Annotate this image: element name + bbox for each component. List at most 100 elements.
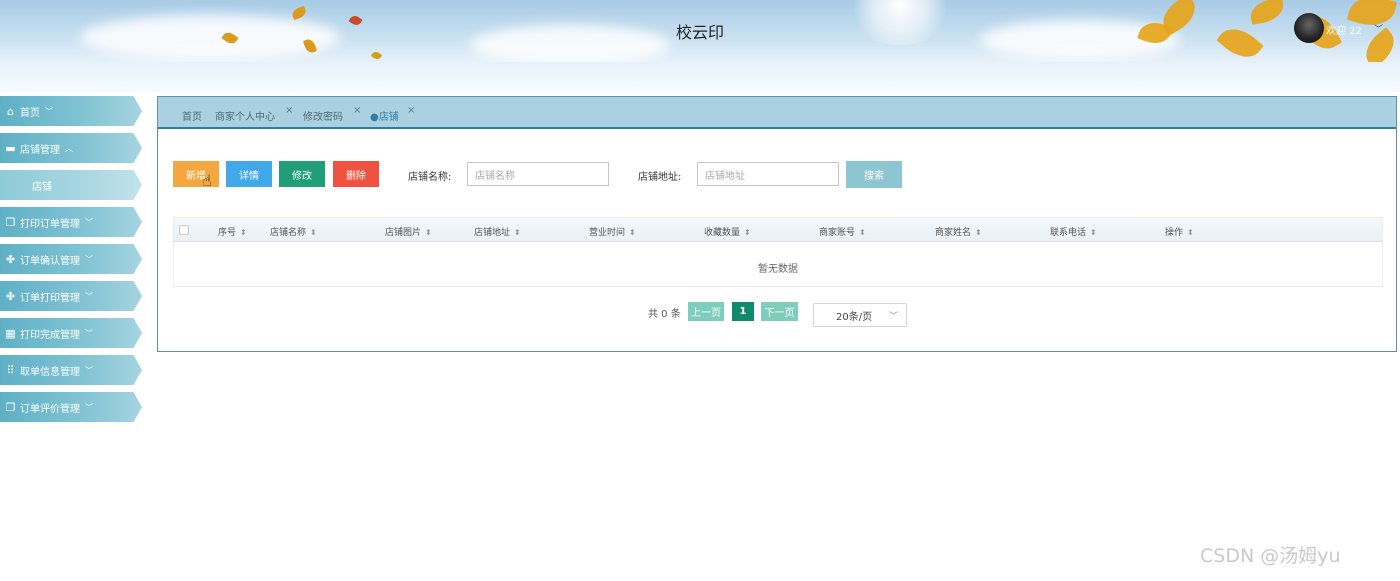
page-number-button[interactable]: 1 bbox=[732, 302, 754, 321]
column-header[interactable]: 联系电话 ⬍ bbox=[1050, 225, 1097, 238]
page-size-select[interactable]: 20条/页 ﹀ bbox=[813, 303, 907, 327]
sidebar-item-label: 店铺管理 bbox=[20, 144, 60, 156]
sidebar-item-4[interactable]: ✤ 订单确认管理 ﹀ bbox=[0, 244, 142, 274]
column-header[interactable]: 店铺名称 ⬍ bbox=[270, 225, 317, 238]
shop-name-input[interactable]: 店铺名称 bbox=[467, 162, 609, 186]
sidebar-item-2[interactable]: 店铺 bbox=[0, 170, 142, 200]
sidebar-item-6[interactable]: ▦ 打印完成管理 ﹀ bbox=[0, 318, 142, 348]
sidebar-item-label: 订单打印管理 bbox=[20, 292, 80, 304]
column-header-label: 操作 bbox=[1165, 228, 1184, 238]
select-all-checkbox[interactable] bbox=[179, 225, 189, 235]
column-header-label: 商家账号 bbox=[819, 228, 856, 238]
welcome-text[interactable]: 欢迎 22 bbox=[1326, 22, 1362, 37]
user-avatar[interactable] bbox=[1294, 13, 1324, 43]
sort-icon[interactable]: ⬍ bbox=[240, 228, 247, 237]
sort-icon[interactable]: ⬍ bbox=[859, 228, 866, 237]
empty-message: 暂无数据 bbox=[758, 264, 798, 275]
column-header[interactable]: 店铺图片 ⬍ bbox=[385, 225, 432, 238]
tab-bar: 首页 商家个人中心 × 修改密码 × ●店铺 × bbox=[158, 97, 1396, 129]
sidebar-item-7[interactable]: ⠿ 取单信息管理 ﹀ bbox=[0, 355, 142, 385]
tab-change-password[interactable]: 修改密码 bbox=[303, 108, 343, 123]
column-header[interactable]: 商家账号 ⬍ bbox=[819, 225, 866, 238]
detail-button[interactable]: 详情 bbox=[226, 161, 272, 187]
layout-icon: ▦ bbox=[5, 326, 16, 340]
chevron-down-icon: ﹀ bbox=[888, 312, 898, 322]
column-header-label: 收藏数量 bbox=[704, 228, 741, 238]
leaf-decoration bbox=[290, 5, 308, 21]
grid-icon: ✤ bbox=[5, 252, 16, 266]
shop-name-label: 店铺名称: bbox=[408, 172, 452, 183]
sort-icon[interactable]: ⬍ bbox=[425, 228, 432, 237]
chevron-down-icon: ﹀ bbox=[45, 106, 53, 116]
sidebar-item-5[interactable]: ✤ 订单打印管理 ﹀ bbox=[0, 281, 142, 311]
column-header-label: 序号 bbox=[218, 228, 237, 238]
sidebar-item-label: 打印完成管理 bbox=[20, 329, 80, 341]
next-page-button[interactable]: 下一页 bbox=[761, 302, 798, 321]
sort-icon[interactable]: ⬍ bbox=[310, 228, 317, 237]
top-header: 校云印 欢迎 22 ﹀ bbox=[0, 0, 1400, 62]
sort-icon[interactable]: ⬍ bbox=[629, 228, 636, 237]
chevron-up-icon: ︿ bbox=[65, 143, 73, 153]
column-header-label: 店铺地址 bbox=[474, 228, 511, 238]
column-header-label: 店铺名称 bbox=[270, 228, 307, 238]
tab-merchant-center[interactable]: 商家个人中心 bbox=[215, 108, 275, 123]
prev-page-button[interactable]: 上一页 bbox=[688, 302, 724, 321]
pagination-total: 共 0 条 bbox=[648, 309, 681, 320]
sidebar-item-label: 打印订单管理 bbox=[20, 218, 80, 230]
sort-icon[interactable]: ⬍ bbox=[744, 228, 751, 237]
close-icon[interactable]: × bbox=[285, 105, 293, 116]
apps-icon: ⠿ bbox=[6, 363, 15, 377]
shop-address-input[interactable]: 店铺地址 bbox=[697, 162, 839, 186]
chevron-down-icon: ﹀ bbox=[85, 254, 93, 264]
home-icon: ⌂ bbox=[7, 104, 14, 118]
sidebar-item-label: 首页 bbox=[20, 107, 40, 119]
column-header[interactable]: 操作 ⬍ bbox=[1165, 225, 1194, 238]
add-button[interactable]: 新增 bbox=[173, 161, 219, 187]
leaf-decoration bbox=[370, 50, 383, 61]
column-header-label: 店铺图片 bbox=[385, 228, 422, 238]
chevron-down-icon: ﹀ bbox=[85, 217, 93, 227]
column-header-label: 联系电话 bbox=[1050, 228, 1087, 238]
sidebar-item-3[interactable]: ❐ 打印订单管理 ﹀ bbox=[0, 207, 142, 237]
close-icon[interactable]: × bbox=[353, 105, 361, 116]
sidebar-item-0[interactable]: ⌂ 首页 ﹀ bbox=[0, 96, 142, 126]
column-header-label: 商家姓名 bbox=[935, 228, 972, 238]
chevron-down-icon: ﹀ bbox=[85, 328, 93, 338]
chevron-down-icon: ﹀ bbox=[85, 402, 93, 412]
column-header[interactable]: 序号 ⬍ bbox=[218, 225, 247, 238]
copy-icon: ❐ bbox=[5, 215, 16, 229]
watermark: CSDN @汤姆yu bbox=[1200, 545, 1341, 567]
shop-address-label: 店铺地址: bbox=[638, 172, 682, 183]
chevron-down-icon: ﹀ bbox=[85, 291, 93, 301]
copy-icon: ❐ bbox=[5, 400, 16, 414]
search-button[interactable]: 搜索 bbox=[846, 161, 902, 188]
chevron-down-icon: ﹀ bbox=[85, 365, 93, 375]
table-header: 序号 ⬍ 店铺名称 ⬍ 店铺图片 ⬍ 店铺地址 ⬍ 营业时间 ⬍ 收藏数量 ⬍ 商家账号 ⬍ 商家姓名 ⬍ 联系… bbox=[174, 218, 1382, 242]
column-header[interactable]: 商家姓名 ⬍ bbox=[935, 225, 982, 238]
sort-icon[interactable]: ⬍ bbox=[975, 228, 982, 237]
sort-icon[interactable]: ⬍ bbox=[1090, 228, 1097, 237]
main-panel: 首页 商家个人中心 × 修改密码 × ●店铺 × 新增 详情 修改 删除 ☝ 店… bbox=[157, 96, 1397, 352]
shop-icon: ▬ bbox=[5, 141, 16, 155]
sidebar-item-label: 订单确认管理 bbox=[20, 255, 80, 267]
tab-home[interactable]: 首页 bbox=[182, 108, 202, 123]
sidebar-item-1[interactable]: ▬ 店铺管理 ︿ bbox=[0, 133, 142, 163]
column-header[interactable]: 收藏数量 ⬍ bbox=[704, 225, 751, 238]
column-header[interactable]: 营业时间 ⬍ bbox=[589, 225, 636, 238]
grid-icon: ✤ bbox=[5, 289, 16, 303]
column-header[interactable]: 店铺地址 ⬍ bbox=[474, 225, 521, 238]
column-header-label: 营业时间 bbox=[589, 228, 626, 238]
data-table: 序号 ⬍ 店铺名称 ⬍ 店铺图片 ⬍ 店铺地址 ⬍ 营业时间 ⬍ 收藏数量 ⬍ 商家账号 ⬍ 商家姓名 ⬍ 联系… bbox=[173, 217, 1383, 287]
sidebar-item-8[interactable]: ❐ 订单评价管理 ﹀ bbox=[0, 392, 142, 422]
tab-shop[interactable]: ●店铺 bbox=[370, 108, 399, 123]
sort-icon[interactable]: ⬍ bbox=[514, 228, 521, 237]
sidebar-item-label: 店铺 bbox=[32, 181, 52, 193]
sort-icon[interactable]: ⬍ bbox=[1187, 228, 1194, 237]
app-title: 校云印 bbox=[675, 23, 724, 42]
delete-button[interactable]: 删除 bbox=[333, 161, 379, 187]
sidebar-item-label: 订单评价管理 bbox=[20, 403, 80, 415]
hand-cursor-icon: ☝ bbox=[202, 171, 212, 190]
edit-button[interactable]: 修改 bbox=[279, 161, 325, 187]
chevron-down-icon[interactable]: ﹀ bbox=[1374, 22, 1383, 35]
close-icon[interactable]: × bbox=[407, 105, 415, 116]
